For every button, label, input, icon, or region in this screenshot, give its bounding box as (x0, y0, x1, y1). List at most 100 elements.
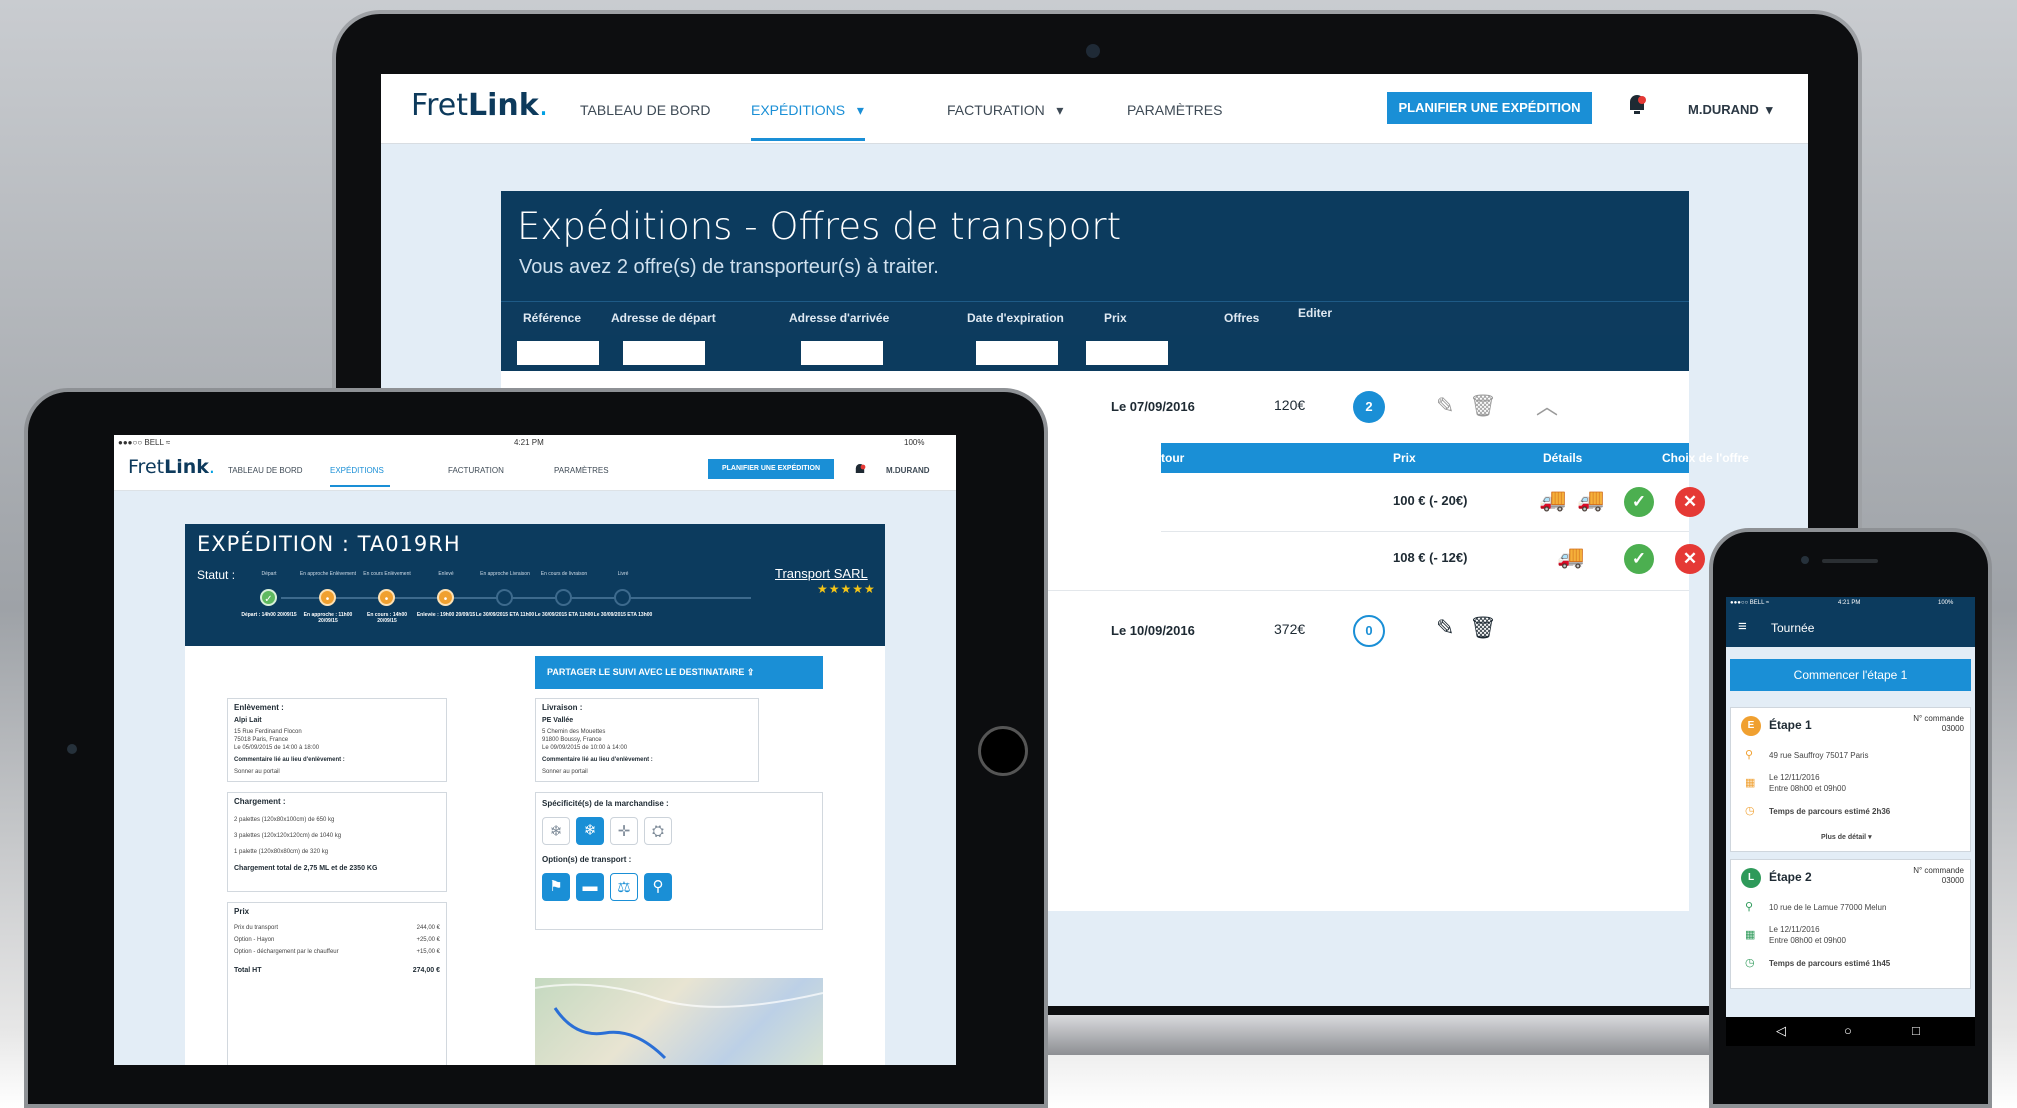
offers-count-badge[interactable]: 0 (1353, 615, 1385, 647)
nav-item-dashboard[interactable]: TABLEAU DE BORD (580, 102, 710, 118)
tablet-home-button[interactable] (978, 726, 1028, 776)
frozen-icon[interactable]: ❄ (542, 817, 570, 845)
back-icon[interactable]: ◁ (1776, 1023, 1786, 1039)
reject-offer-button[interactable]: ✕ (1675, 544, 1705, 574)
column-header[interactable]: Date d'expiration (967, 311, 1064, 325)
step-pending-icon (555, 589, 572, 606)
delete-trash-icon[interactable]: 🗑 (1469, 615, 1497, 641)
offer-price: 108 € (- 12€) (1393, 550, 1468, 565)
page-subtitle: Vous avez 2 offre(s) de transporteur(s) … (519, 256, 939, 278)
stop-card[interactable]: L Étape 2 N° commande 03000 ⚲ 10 rue de … (1730, 859, 1971, 989)
filter-expiration-input[interactable] (976, 341, 1058, 365)
price-line-value: +15,00 € (416, 949, 440, 955)
pricing-card: Prix Prix du transport 244,00 € Option -… (227, 902, 447, 1065)
filter-departure-input[interactable] (623, 341, 705, 365)
filter-arrival-input[interactable] (801, 341, 883, 365)
stop-card[interactable]: E Étape 1 N° commande 03000 ⚲ 49 rue Sau… (1730, 707, 1971, 852)
screen-title: Tournée (1771, 621, 1815, 635)
step-date: Le 30/09/2015 ETA 13h00 (593, 612, 653, 618)
plan-expedition-button[interactable]: PLANIFIER UNE EXPÉDITION (708, 459, 834, 479)
price-line-value: +25,00 € (416, 937, 440, 943)
column-header[interactable]: Offres (1224, 311, 1259, 325)
offers-count-badge[interactable]: 2 (1353, 391, 1385, 423)
progress-track (281, 597, 751, 599)
hamburger-menu-icon[interactable]: ≡ (1738, 618, 1747, 635)
delete-trash-icon[interactable]: 🗑 (1469, 393, 1497, 419)
price-total-value: 274,00 € (412, 967, 440, 974)
card-title: Spécificité(s) de la marchandise : (542, 799, 669, 808)
truck-icon: 🚚 (1539, 487, 1567, 512)
app-bar: ≡ Tournée (1726, 610, 1975, 647)
column-header[interactable]: Adresse d'arrivée (789, 311, 889, 325)
tail-lift-icon[interactable]: ▬ (576, 873, 604, 901)
accept-offer-button[interactable]: ✓ (1624, 487, 1654, 517)
android-nav-bar: ◁ ○ □ (1726, 1017, 1975, 1046)
route-map[interactable] (534, 978, 824, 1065)
nav-item-settings[interactable]: PARAMÈTRES (554, 466, 609, 475)
column-header[interactable]: Référence (523, 311, 581, 325)
stop-window: Entre 08h00 et 09h00 (1769, 784, 1846, 793)
more-details-link[interactable]: Plus de détail ▾ (1821, 832, 1872, 843)
carrier-link[interactable]: Transport SARL (775, 566, 868, 581)
chevron-down-icon: ▾ (856, 102, 864, 118)
share-tracking-button[interactable]: PARTAGER LE SUIVI AVEC LE DESTINATAIRE ⇪ (535, 656, 823, 689)
notification-icon[interactable] (854, 463, 866, 477)
filter-price-input[interactable] (1086, 341, 1168, 365)
fragile-icon[interactable]: ✛ (610, 817, 638, 845)
tracking-pin-icon[interactable]: ⚲ (644, 873, 672, 901)
column-header: Prix (1393, 451, 1416, 465)
step-active-icon: • (319, 589, 336, 606)
battery-level: 100% (1938, 600, 1954, 606)
offer-row: 100 € (- 20€) 🚚 🚚 ✓ ✕ (1161, 473, 1705, 531)
nav-item-settings[interactable]: PARAMÈTRES (1127, 102, 1222, 118)
user-menu[interactable]: M.DURAND ▾ (1688, 102, 1773, 118)
start-step-button[interactable]: Commencer l'étape 1 (1730, 659, 1971, 691)
expedition-header: EXPÉDITION : TA019RH Statut : Transport … (185, 524, 885, 646)
offer-price: 100 € (- 20€) (1393, 493, 1468, 508)
user-menu[interactable]: M.DURAND (886, 466, 930, 475)
nav-item-billing[interactable]: FACTURATION (448, 466, 504, 475)
nav-item-expeditions[interactable]: EXPÉDITIONS ▾ (751, 102, 864, 119)
table-header: Référence Adresse de départ Adresse d'ar… (501, 301, 1689, 335)
plan-expedition-button[interactable]: PLANIFIER UNE EXPÉDITION (1387, 92, 1592, 124)
nav-item-billing[interactable]: FACTURATION ▾ (947, 102, 1063, 119)
recent-apps-icon[interactable]: □ (1912, 1023, 1920, 1038)
step-date: En cours : 14h00 20/09/15 (366, 612, 407, 624)
notification-icon[interactable] (1627, 94, 1647, 116)
load-line: 2 palettes (120x80x100cm) de 650 kg (234, 817, 335, 823)
pickup-card: Enlèvement : Alpi Lait 15 Rue Ferdinand … (227, 698, 447, 782)
column-header[interactable]: Editer (1298, 306, 1332, 320)
step-active-icon: • (378, 589, 395, 606)
driver-unloading-icon[interactable]: ⚑ (542, 873, 570, 901)
expiration-date: Le 07/09/2016 (1111, 399, 1195, 414)
refrigerated-icon[interactable]: ❄ (576, 817, 604, 845)
order-label: N° commande (1913, 714, 1964, 723)
nav-item-expeditions[interactable]: EXPÉDITIONS (330, 466, 384, 475)
filter-reference-input[interactable] (517, 341, 599, 365)
calendar-icon: ▦ (1745, 929, 1756, 941)
chevron-up-icon[interactable]: ︿ (1536, 389, 1558, 421)
pickup-comment: Sonner au portail (234, 769, 280, 775)
step-label: En approche Enlèvement (299, 571, 357, 577)
accept-offer-button[interactable]: ✓ (1624, 544, 1654, 574)
column-header[interactable]: Prix (1104, 311, 1127, 325)
fretlink-logo[interactable]: FretLink. (411, 88, 548, 123)
order-label: N° commande (1913, 866, 1964, 875)
fretlink-logo[interactable]: FretLink. (128, 456, 215, 478)
step-pending-icon (614, 589, 631, 606)
card-title: Prix (234, 907, 250, 916)
home-icon[interactable]: ○ (1844, 1023, 1852, 1038)
nav-item-dashboard[interactable]: TABLEAU DE BORD (228, 466, 303, 475)
chevron-down-icon: ▾ (1056, 102, 1064, 118)
reject-offer-button[interactable]: ✕ (1675, 487, 1705, 517)
edit-pencil-icon[interactable]: ✎ (1436, 615, 1454, 641)
hazardous-icon[interactable]: ⛭ (644, 817, 672, 845)
edit-pencil-icon[interactable]: ✎ (1436, 393, 1454, 419)
rating-stars-icon: ★★★★★ (817, 582, 876, 596)
status-bar: ●●●○○ BELL ≈ 4:21 PM 100% (1726, 597, 1975, 610)
column-header[interactable]: Adresse de départ (611, 311, 716, 325)
stop-date: Le 12/11/2016 (1769, 925, 1820, 934)
stop-eta: Temps de parcours estimé 2h36 (1769, 807, 1891, 816)
pallet-jack-icon[interactable]: ⚖ (610, 873, 638, 901)
price-total-label: Total HT (234, 967, 262, 974)
